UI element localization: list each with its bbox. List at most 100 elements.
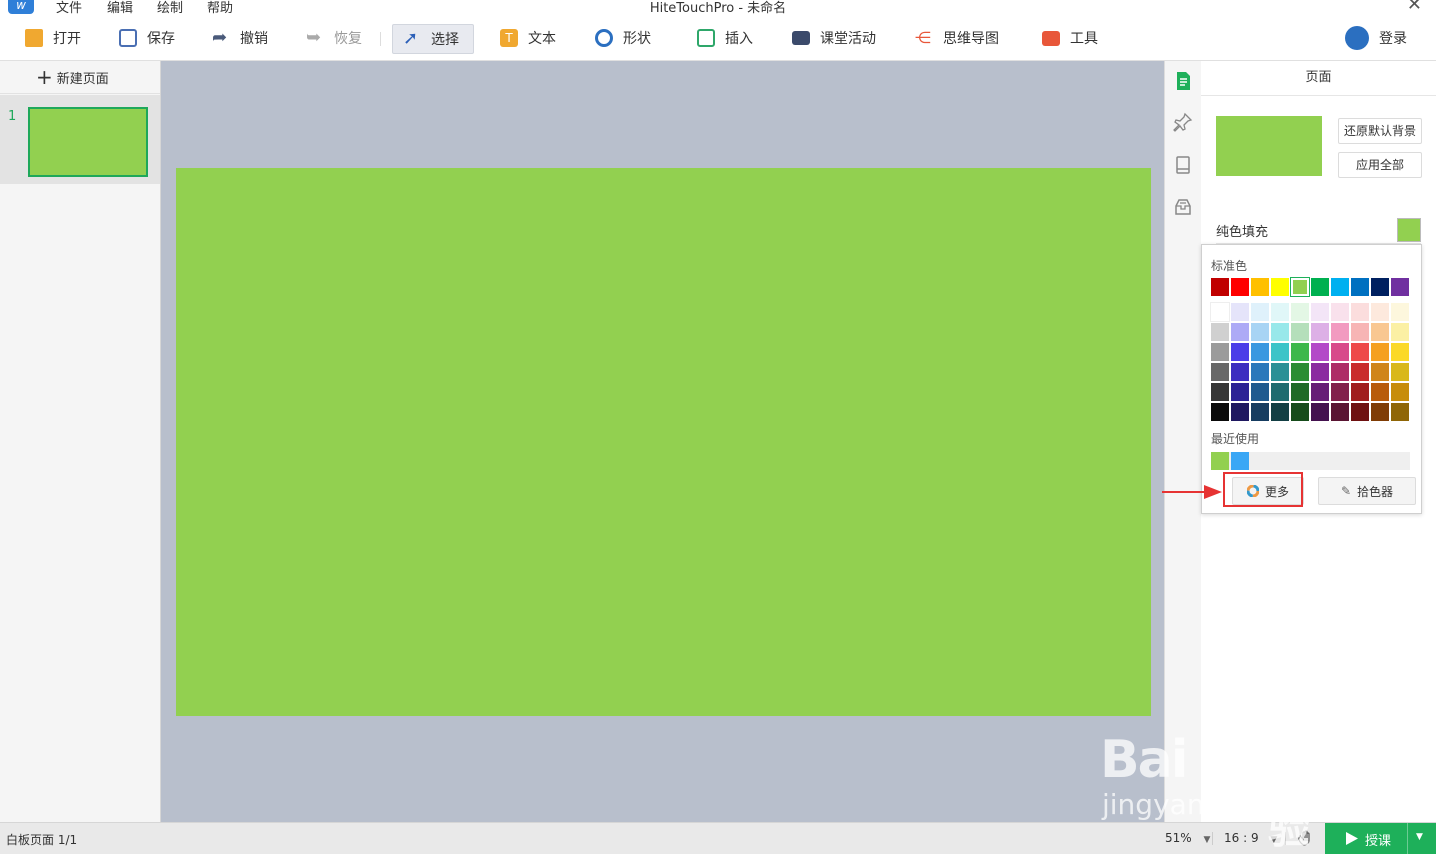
shade-color-swatch[interactable] (1391, 363, 1409, 381)
shade-color-swatch[interactable] (1371, 303, 1389, 321)
shade-color-swatch[interactable] (1231, 383, 1249, 401)
shade-color-swatch[interactable] (1251, 383, 1269, 401)
shape-button[interactable]: 形状 (595, 24, 651, 52)
standard-color-swatch[interactable] (1231, 278, 1249, 296)
shade-color-swatch[interactable] (1291, 383, 1309, 401)
standard-color-swatch[interactable] (1331, 278, 1349, 296)
shade-color-swatch[interactable] (1331, 383, 1349, 401)
shade-color-swatch[interactable] (1351, 343, 1369, 361)
shade-color-swatch[interactable] (1211, 383, 1229, 401)
shade-color-swatch[interactable] (1271, 403, 1289, 421)
archive-icon[interactable] (1173, 197, 1193, 217)
close-icon[interactable]: ✕ (1407, 0, 1422, 15)
standard-color-swatch[interactable] (1391, 278, 1409, 296)
shade-color-swatch[interactable] (1311, 343, 1329, 361)
shade-color-swatch[interactable] (1371, 363, 1389, 381)
chevron-down-icon[interactable]: ▼ (1416, 832, 1423, 842)
shade-color-swatch[interactable] (1271, 363, 1289, 381)
standard-color-swatch[interactable] (1371, 278, 1389, 296)
shade-color-swatch[interactable] (1351, 303, 1369, 321)
shade-color-swatch[interactable] (1271, 343, 1289, 361)
canvas-area[interactable] (161, 61, 1164, 822)
shade-color-swatch[interactable] (1331, 363, 1349, 381)
shade-color-swatch[interactable] (1391, 343, 1409, 361)
shade-color-swatch[interactable] (1311, 363, 1329, 381)
page-thumbnail[interactable] (28, 107, 148, 177)
shade-color-swatch[interactable] (1391, 403, 1409, 421)
standard-color-swatch[interactable] (1211, 278, 1229, 296)
shade-color-swatch[interactable] (1271, 323, 1289, 341)
shade-color-swatch[interactable] (1271, 303, 1289, 321)
open-button[interactable]: 打开 (25, 24, 81, 52)
shade-color-swatch[interactable] (1311, 403, 1329, 421)
shade-color-swatch[interactable] (1331, 343, 1349, 361)
shade-color-swatch[interactable] (1371, 403, 1389, 421)
tools-button[interactable]: 工具 (1042, 24, 1098, 52)
shade-color-swatch[interactable] (1211, 403, 1229, 421)
shade-color-swatch[interactable] (1211, 323, 1229, 341)
standard-color-swatch[interactable] (1351, 278, 1369, 296)
restore-default-background-button[interactable]: 还原默认背景 (1338, 118, 1422, 144)
shade-color-swatch[interactable] (1391, 383, 1409, 401)
shade-color-swatch[interactable] (1311, 383, 1329, 401)
book-icon[interactable] (1173, 155, 1193, 175)
shade-color-swatch[interactable] (1210, 302, 1230, 322)
shade-color-swatch[interactable] (1311, 303, 1329, 321)
shade-color-swatch[interactable] (1231, 323, 1249, 341)
shade-color-swatch[interactable] (1391, 303, 1409, 321)
shade-color-swatch[interactable] (1231, 403, 1249, 421)
slide-canvas[interactable] (176, 168, 1151, 716)
shade-color-swatch[interactable] (1251, 343, 1269, 361)
eyedropper-button[interactable]: ✎ 拾色器 (1318, 477, 1416, 505)
new-page-button[interactable]: + 新建页面 (0, 61, 160, 94)
shade-color-swatch[interactable] (1291, 343, 1309, 361)
shade-color-swatch[interactable] (1211, 363, 1229, 381)
shade-color-swatch[interactable] (1351, 383, 1369, 401)
zoom-dropdown[interactable]: 51% ▼ (1165, 831, 1210, 845)
shade-color-swatch[interactable] (1211, 343, 1229, 361)
undo-button[interactable]: ➦ 撤销 (212, 24, 268, 52)
shade-color-swatch[interactable] (1371, 323, 1389, 341)
shade-color-swatch[interactable] (1251, 363, 1269, 381)
shade-color-swatch[interactable] (1371, 383, 1389, 401)
shade-color-swatch[interactable] (1231, 343, 1249, 361)
class-activity-button[interactable]: 课堂活动 (792, 24, 876, 52)
insert-button[interactable]: 插入 (697, 24, 753, 52)
shade-color-swatch[interactable] (1351, 323, 1369, 341)
login-button[interactable]: 登录 (1345, 24, 1407, 52)
shade-color-swatch[interactable] (1371, 343, 1389, 361)
shade-color-swatch[interactable] (1231, 303, 1249, 321)
shade-color-swatch[interactable] (1251, 323, 1269, 341)
pin-icon[interactable] (1173, 112, 1193, 132)
save-button[interactable]: 保存 (119, 24, 175, 52)
shade-color-swatch[interactable] (1291, 403, 1309, 421)
shade-color-swatch[interactable] (1251, 403, 1269, 421)
shade-color-swatch[interactable] (1331, 323, 1349, 341)
shade-color-swatch[interactable] (1291, 303, 1309, 321)
shade-color-swatch[interactable] (1271, 383, 1289, 401)
shade-color-swatch[interactable] (1291, 323, 1309, 341)
fill-color-dropdown[interactable] (1397, 218, 1421, 242)
shade-color-swatch[interactable] (1351, 403, 1369, 421)
page-settings-icon[interactable] (1173, 71, 1193, 91)
standard-color-swatch[interactable] (1290, 277, 1310, 297)
shade-color-swatch[interactable] (1331, 403, 1349, 421)
redo-button[interactable]: ➥ 恢复 (306, 24, 362, 52)
apply-all-button[interactable]: 应用全部 (1338, 152, 1422, 178)
start-lesson-button[interactable]: 授课 ▼ (1325, 823, 1436, 854)
mind-map-button[interactable]: ⋲ 思维导图 (915, 24, 999, 52)
standard-color-swatch[interactable] (1311, 278, 1329, 296)
shade-color-swatch[interactable] (1331, 303, 1349, 321)
standard-color-swatch[interactable] (1251, 278, 1269, 296)
recent-color-swatch[interactable] (1211, 452, 1229, 470)
text-button[interactable]: T 文本 (500, 24, 556, 52)
recent-color-swatch[interactable] (1231, 452, 1249, 470)
shade-color-swatch[interactable] (1311, 323, 1329, 341)
shade-color-swatch[interactable] (1351, 363, 1369, 381)
shade-color-swatch[interactable] (1391, 323, 1409, 341)
standard-color-swatch[interactable] (1271, 278, 1289, 296)
shade-color-swatch[interactable] (1231, 363, 1249, 381)
shade-color-swatch[interactable] (1291, 363, 1309, 381)
select-button[interactable]: ➚ 选择 (392, 24, 474, 54)
shade-color-swatch[interactable] (1251, 303, 1269, 321)
